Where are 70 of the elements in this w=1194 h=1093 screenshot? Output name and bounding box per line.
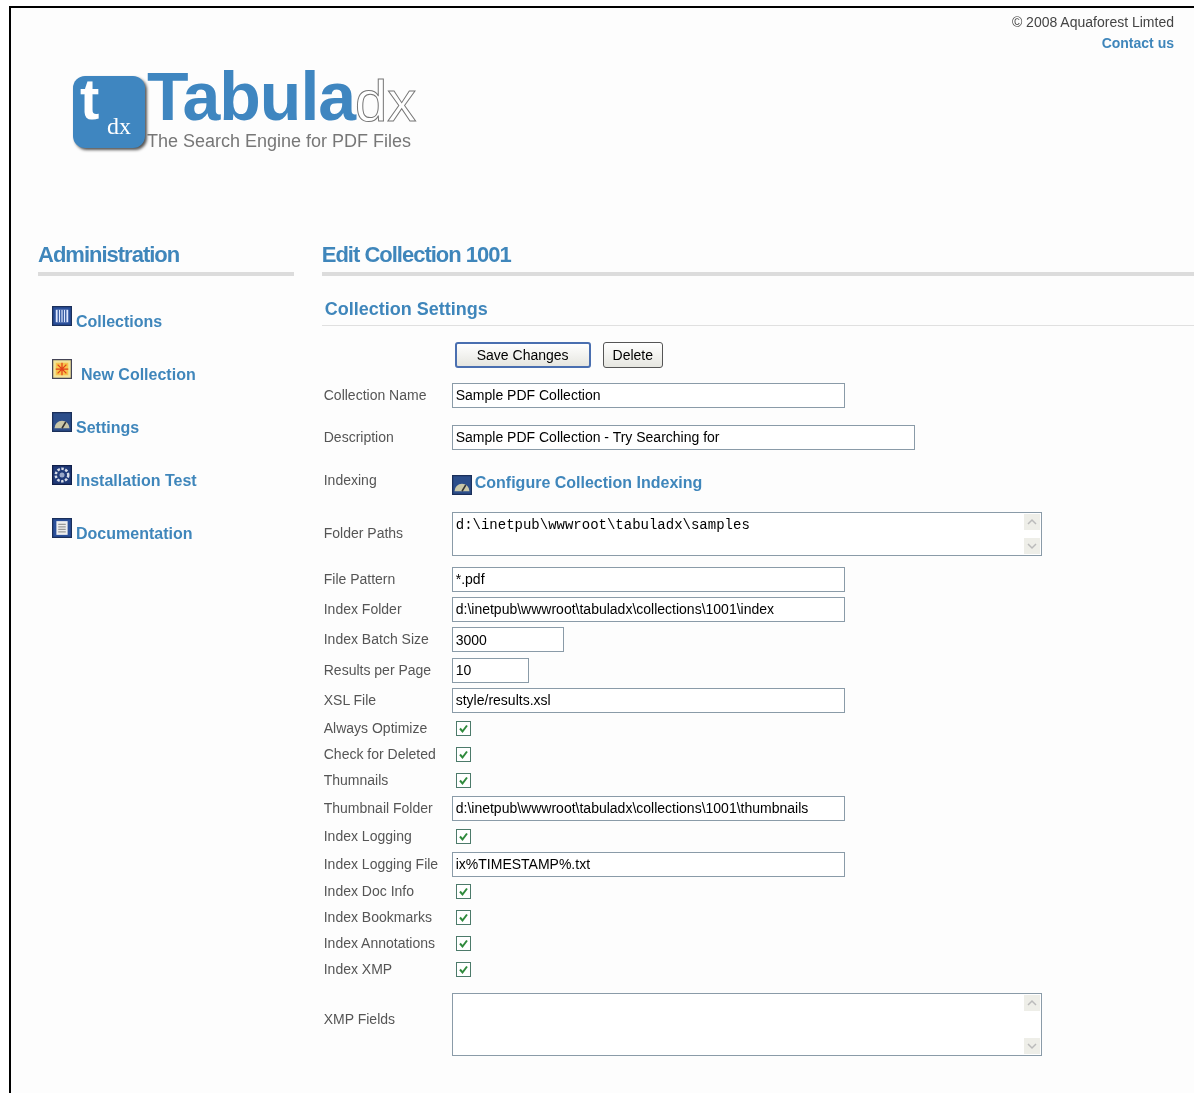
section-title: Collection Settings: [324, 299, 488, 319]
copyright-text: © 2008 Aquaforest Limted: [1011, 13, 1174, 32]
sunburst-icon: [52, 359, 72, 379]
text-field[interactable]: Sample PDF Collection: [451, 382, 845, 408]
checkmark-icon: [457, 911, 469, 923]
field-label: Index Logging: [322, 826, 413, 846]
checkbox[interactable]: [455, 746, 471, 762]
text-field[interactable]: style/results.xsl: [451, 687, 845, 713]
field-label: Index Folder: [322, 599, 403, 619]
checkmark-icon: [457, 963, 469, 975]
field-label: Index Batch Size: [322, 630, 430, 649]
field-label: Index Logging File: [322, 854, 440, 874]
scroll-up-icon[interactable]: [1022, 993, 1041, 1012]
form-button[interactable]: Save Changes: [454, 342, 591, 368]
sidebar-title: Administration: [38, 242, 180, 267]
checkmark-icon: [457, 885, 469, 897]
text-field[interactable]: *.pdf: [451, 566, 845, 592]
checkmark-icon: [457, 830, 469, 842]
page-title: Edit Collection 1001: [321, 242, 511, 267]
field-label: Index Annotations: [322, 933, 437, 953]
sidebar-link[interactable]: Settings: [76, 416, 140, 440]
checkbox[interactable]: [455, 961, 471, 977]
logo-wordmark: Tabula: [147, 62, 356, 130]
gauge-icon: [52, 412, 72, 432]
field-label: Thumbnail Folder: [322, 798, 434, 818]
sidebar-link[interactable]: Documentation: [76, 522, 193, 546]
form-button[interactable]: Delete: [602, 342, 664, 368]
field-label: Index Doc Info: [322, 881, 415, 901]
sidebar-link[interactable]: Collections: [76, 310, 163, 334]
text-field[interactable]: ix%TIMESTAMP%.txt: [451, 851, 845, 877]
field-label: Index Bookmarks: [322, 907, 433, 927]
field-label: Collection Name: [322, 385, 428, 405]
checkbox[interactable]: [455, 935, 471, 951]
logo-tagline: The Search Engine for PDF Files: [147, 132, 413, 150]
checkbox[interactable]: [455, 773, 471, 788]
text-area[interactable]: [451, 992, 1042, 1056]
field-label: XMP Fields: [322, 1009, 397, 1029]
field-label: Results per Page: [322, 660, 433, 680]
field-label: File Pattern: [322, 569, 397, 589]
configure-link[interactable]: Configure Collection Indexing: [474, 471, 703, 495]
field-label: XSL File: [322, 690, 378, 710]
checkmark-icon: [457, 937, 469, 949]
checkmark-icon: [457, 722, 469, 734]
logo-badge-subscript: dx: [107, 114, 131, 138]
field-label: Index XMP: [322, 959, 394, 979]
field-label: Description: [322, 427, 395, 447]
document-icon: [52, 518, 72, 538]
checkbox[interactable]: [455, 828, 471, 844]
gauge-icon: [451, 475, 472, 495]
sidebar-link[interactable]: New Collection: [81, 363, 196, 387]
logo-badge-letter: t: [80, 70, 100, 128]
checkbox[interactable]: [455, 909, 471, 925]
gear-icon: [52, 465, 72, 485]
contact-link[interactable]: Contact us: [1101, 33, 1174, 54]
text-field[interactable]: d:\inetpub\wwwroot\tabuladx\collections\1001\index: [451, 596, 845, 622]
field-label: Folder Paths: [322, 523, 405, 543]
field-label: Indexing: [322, 470, 378, 490]
text-field[interactable]: 3000: [451, 627, 564, 652]
text-field[interactable]: 10: [451, 657, 529, 683]
checkbox[interactable]: [455, 883, 471, 899]
checkbox[interactable]: [455, 720, 471, 736]
checkmark-icon: [457, 748, 469, 760]
field-label: Thumnails: [322, 771, 390, 790]
text-field[interactable]: d:\inetpub\wwwroot\tabuladx\collections\1001\thumbnails: [451, 795, 845, 821]
field-label: Check for Deleted: [322, 744, 437, 764]
checkmark-icon: [457, 775, 469, 786]
text-field[interactable]: Sample PDF Collection - Try Searching for: [451, 424, 915, 450]
collections-icon: [52, 306, 72, 326]
field-label: Always Optimize: [322, 718, 429, 738]
sidebar-link[interactable]: Installation Test: [76, 469, 197, 493]
